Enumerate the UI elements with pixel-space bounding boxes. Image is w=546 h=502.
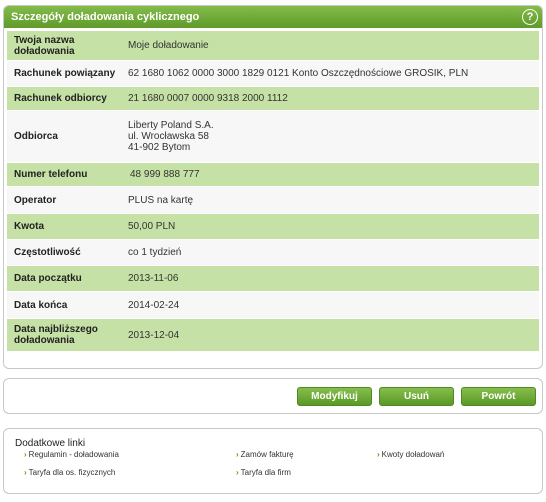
link-recharge-amounts[interactable]: › Kwoty doładowań <box>377 450 444 459</box>
recipient-line: ul. Wrocławska 58 <box>128 131 209 142</box>
additional-links-panel: Dodatkowe linki › Regulamin - doładowania… <box>3 428 543 494</box>
detail-row-recipient: Odbiorca Liberty Poland S.A. ul. Wrocław… <box>7 111 539 163</box>
link-recharge-terms[interactable]: › Regulamin - doładowania <box>24 450 119 459</box>
detail-row-frequency: Częstotliwość co 1 tydzień <box>7 240 539 266</box>
link-label: Zamów fakturę <box>240 450 294 459</box>
detail-label: Kwota <box>14 221 44 232</box>
detail-value: PLUS na kartę <box>128 194 194 206</box>
detail-value: co 1 tydzień <box>128 247 182 258</box>
modify-button[interactable]: Modyfikuj <box>297 387 372 406</box>
panel-header: Szczegóły doładowania cyklicznego ? <box>4 6 542 28</box>
detail-value: 62 1680 1062 0000 3000 1829 0121 Konto O… <box>128 68 469 79</box>
help-icon[interactable]: ? <box>522 9 538 25</box>
detail-value: Liberty Poland S.A. ul. Wrocławska 58 41… <box>125 120 214 153</box>
detail-value: 21 1680 0007 0000 9318 2000 1112 <box>128 93 288 104</box>
link-label: Regulamin - doładowania <box>28 450 119 459</box>
detail-label: Data początku <box>14 273 82 284</box>
link-label: Taryfa dla os. fizycznych <box>28 468 116 477</box>
link-arrow-icon: › <box>377 450 380 459</box>
detail-row-operator: Operator PLUS na kartę <box>7 187 539 214</box>
detail-label: Operator <box>14 194 57 206</box>
detail-value: 2013-12-04 <box>128 329 180 341</box>
delete-button[interactable]: Usuń <box>379 387 454 406</box>
detail-value: 2014-02-24 <box>128 299 180 311</box>
detail-label: Odbiorca <box>14 131 58 142</box>
detail-row-start-date: Data początku 2013-11-06 <box>7 266 539 292</box>
detail-label: Rachunek powiązany <box>14 68 116 79</box>
detail-row-next-date: Data najbliższego doładowania 2013-12-04 <box>7 319 539 352</box>
link-tariff-individuals[interactable]: › Taryfa dla os. fizycznych <box>24 468 115 477</box>
back-button[interactable]: Powrót <box>461 387 536 406</box>
detail-label: Data końca <box>14 299 68 311</box>
link-arrow-icon: › <box>236 450 239 459</box>
link-arrow-icon: › <box>24 468 27 477</box>
detail-row-amount: Kwota 50,00 PLN <box>7 214 539 240</box>
detail-label: Data najbliższego doładowania <box>14 324 98 346</box>
details-list: Twoja nazwa doładowania Moje doładowanie… <box>7 31 539 352</box>
action-bar: Modyfikuj Usuń Powrót <box>3 378 543 414</box>
link-arrow-icon: › <box>24 450 27 459</box>
detail-row-linked-account: Rachunek powiązany 62 1680 1062 0000 300… <box>7 61 539 87</box>
detail-row-name: Twoja nazwa doładowania Moje doładowanie <box>7 31 539 61</box>
detail-label: Numer telefonu <box>14 169 88 180</box>
detail-row-end-date: Data końca 2014-02-24 <box>7 292 539 319</box>
detail-value: Moje doładowanie <box>128 40 209 51</box>
detail-row-phone: Numer telefonu 48 999 888 777 <box>7 163 539 187</box>
detail-label: Twoja nazwa doładowania <box>14 34 75 57</box>
detail-label: Rachunek odbiorcy <box>14 93 107 104</box>
link-tariff-companies[interactable]: › Taryfa dla firm <box>236 468 291 477</box>
recipient-line: 41-902 Bytom <box>128 142 191 153</box>
links-title: Dodatkowe linki <box>15 438 86 449</box>
link-order-invoice[interactable]: › Zamów fakturę <box>236 450 294 459</box>
panel-title: Szczegóły doładowania cyklicznego <box>11 11 200 23</box>
recipient-line: Liberty Poland S.A. <box>128 120 214 131</box>
detail-value: 50,00 PLN <box>128 221 176 232</box>
detail-row-recipient-account: Rachunek odbiorcy 21 1680 0007 0000 9318… <box>7 87 539 111</box>
detail-label: Częstotliwość <box>14 247 81 258</box>
detail-value: 48 999 888 777 <box>130 169 200 180</box>
link-label: Taryfa dla firm <box>240 468 291 477</box>
link-arrow-icon: › <box>236 468 239 477</box>
detail-value: 2013-11-06 <box>128 273 179 284</box>
recharge-details-panel: Szczegóły doładowania cyklicznego ? Twoj… <box>3 5 543 369</box>
link-label: Kwoty doładowań <box>381 450 445 459</box>
